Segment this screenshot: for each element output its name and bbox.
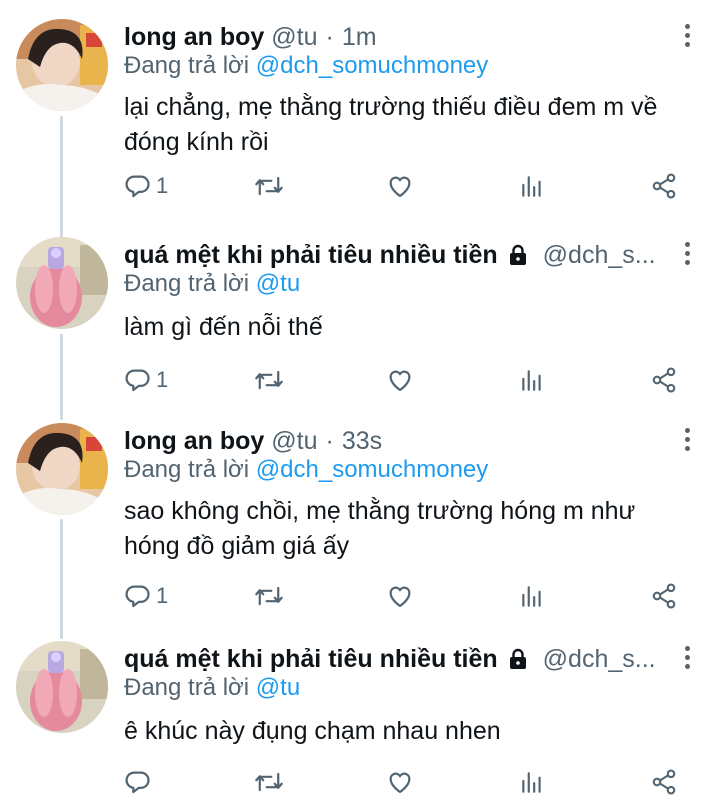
timestamp[interactable]: 1m [342, 23, 377, 52]
lock-icon [506, 647, 530, 671]
retweet-button[interactable] [254, 172, 284, 200]
like-button[interactable] [386, 172, 414, 200]
display-name[interactable]: quá mệt khi phải tiêu nhiều tiền [124, 241, 498, 270]
views-icon [519, 172, 545, 200]
more-options-icon[interactable] [682, 242, 692, 268]
share-button[interactable] [650, 768, 678, 796]
views-icon [519, 366, 545, 394]
user-handle[interactable]: @tu [271, 23, 317, 52]
views-button[interactable] [519, 366, 545, 394]
replying-prefix: Đang trả lời [124, 270, 250, 297]
reply-count: 1 [156, 583, 169, 608]
reply-count: 1 [156, 367, 169, 392]
user-handle[interactable]: @dch_s... [543, 645, 656, 674]
replying-prefix: Đang trả lời [124, 52, 250, 79]
tweet-text: làm gì đến nỗi thế [124, 313, 323, 341]
tweet[interactable]: quá mệt khi phải tiêu nhiều tiền @dch_s.… [0, 622, 720, 803]
reply-icon [124, 768, 152, 796]
reply-icon [124, 172, 152, 200]
share-icon [650, 172, 678, 200]
like-button[interactable] [386, 366, 414, 394]
retweet-button[interactable] [254, 768, 284, 796]
like-icon [386, 366, 414, 394]
retweet-icon [254, 172, 284, 200]
share-icon [650, 366, 678, 394]
share-button[interactable] [650, 172, 678, 200]
user-handle[interactable]: @tu [271, 427, 317, 456]
more-options-icon[interactable] [682, 428, 692, 454]
replying-to: Đang trả lời @dch_somuchmoney [124, 456, 488, 484]
retweet-button[interactable] [254, 582, 284, 610]
reply-button[interactable]: 1 [124, 172, 168, 200]
tweet-actions: 1 [124, 582, 684, 610]
avatar[interactable] [16, 19, 108, 111]
tweet-header: long an boy @tu · 33s [124, 424, 664, 458]
mention-link[interactable]: @tu [256, 674, 300, 701]
reply-button[interactable]: 1 [124, 582, 168, 610]
tweet[interactable]: long an boy @tu · 1m Đang trả lời @dch_s… [0, 0, 720, 210]
display-name[interactable]: quá mệt khi phải tiêu nhiều tiền [124, 645, 498, 674]
views-button[interactable] [519, 768, 545, 796]
tweet-actions: 1 [124, 172, 684, 200]
replying-to: Đang trả lời @dch_somuchmoney [124, 52, 488, 80]
tweet-text: ê khúc này đụng chạm nhau nhen [124, 717, 501, 745]
timestamp[interactable]: 33s [342, 427, 382, 456]
views-icon [519, 768, 545, 796]
tweet[interactable]: long an boy @tu · 33s Đang trả lời @dch_… [0, 404, 720, 614]
retweet-button[interactable] [254, 366, 284, 394]
views-button[interactable] [519, 172, 545, 200]
reply-icon [124, 582, 152, 610]
reply-button[interactable]: 1 [124, 366, 168, 394]
replying-to: Đang trả lời @tu [124, 270, 300, 298]
more-options-icon[interactable] [682, 646, 692, 672]
avatar[interactable] [16, 641, 108, 733]
mention-link[interactable]: @dch_somuchmoney [256, 52, 488, 79]
share-icon [650, 582, 678, 610]
tweet-actions [124, 768, 684, 796]
mention-link[interactable]: @dch_somuchmoney [256, 456, 488, 483]
more-options-icon[interactable] [682, 24, 692, 50]
tweet-header: quá mệt khi phải tiêu nhiều tiền @dch_s.… [124, 238, 664, 272]
tweet[interactable]: quá mệt khi phải tiêu nhiều tiền @dch_s.… [0, 218, 720, 428]
like-button[interactable] [386, 582, 414, 610]
share-button[interactable] [650, 366, 678, 394]
like-button[interactable] [386, 768, 414, 796]
retweet-icon [254, 768, 284, 796]
tweet-text: lại chẳng, mẹ thằng trường thiếu điều đe… [124, 93, 658, 156]
views-button[interactable] [519, 582, 545, 610]
tweet-text: sao không chồi, mẹ thằng trường hóng m n… [124, 497, 636, 560]
avatar[interactable] [16, 423, 108, 515]
user-handle[interactable]: @dch_s... [543, 241, 656, 270]
separator-dot: · [325, 426, 334, 455]
reply-icon [124, 366, 152, 394]
reply-button[interactable] [124, 768, 156, 796]
tweet-actions: 1 [124, 366, 684, 394]
reply-count: 1 [156, 173, 169, 198]
display-name[interactable]: long an boy [124, 23, 264, 52]
tweet-header: quá mệt khi phải tiêu nhiều tiền @dch_s.… [124, 642, 664, 676]
share-button[interactable] [650, 582, 678, 610]
like-icon [386, 172, 414, 200]
retweet-icon [254, 366, 284, 394]
share-icon [650, 768, 678, 796]
display-name[interactable]: long an boy [124, 427, 264, 456]
separator-dot: · [325, 22, 334, 51]
lock-icon [506, 243, 530, 267]
like-icon [386, 768, 414, 796]
retweet-icon [254, 582, 284, 610]
mention-link[interactable]: @tu [256, 270, 300, 297]
like-icon [386, 582, 414, 610]
avatar[interactable] [16, 237, 108, 329]
replying-to: Đang trả lời @tu [124, 674, 300, 702]
replying-prefix: Đang trả lời [124, 456, 250, 483]
views-icon [519, 582, 545, 610]
replying-prefix: Đang trả lời [124, 674, 250, 701]
tweet-header: long an boy @tu · 1m [124, 20, 664, 54]
